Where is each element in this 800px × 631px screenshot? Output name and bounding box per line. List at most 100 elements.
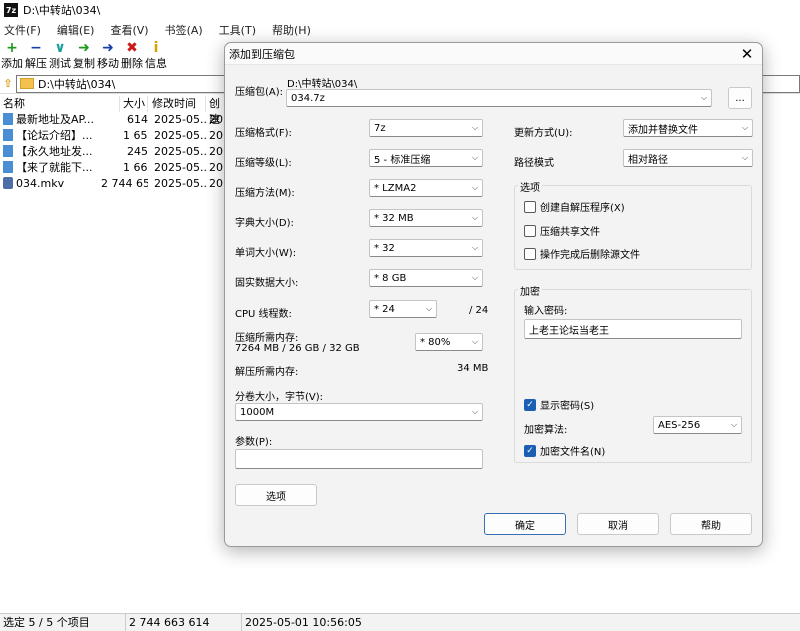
method-label: 压缩方法(M): [235, 188, 295, 199]
check-icon: ✓ [524, 444, 536, 457]
test-icon: ∨ [54, 40, 66, 56]
chevron-down-icon: ⌵ [730, 420, 738, 429]
menu-view[interactable]: 查看(V) [110, 22, 148, 38]
show-password-checkbox[interactable]: ✓ 显示密码(S) [524, 397, 594, 412]
update-select[interactable]: 添加并替换文件 ⌵ [623, 119, 753, 137]
params-input[interactable] [235, 449, 483, 469]
dict-value: * 32 MB [374, 212, 414, 224]
file-modified: 2025-05... [154, 177, 206, 190]
chevron-down-icon: ⌵ [700, 93, 708, 102]
mem-select[interactable]: * 80% ⌵ [415, 333, 483, 351]
file-name: 【论坛介绍】... [16, 129, 93, 142]
chevron-down-icon: ⌵ [471, 213, 479, 222]
update-label: 更新方式(U): [514, 128, 573, 139]
add-to-archive-dialog: 添加到压缩包 ✕ 压缩包(A): D:\中转站\034\ 034.7z ⌵ ..… [224, 42, 763, 547]
move-button[interactable]: ➜ 移动 [96, 40, 120, 74]
file-created: 20 [209, 161, 223, 174]
delete-source-label: 操作完成后删除源文件 [540, 250, 640, 261]
level-label: 压缩等级(L): [235, 158, 292, 169]
status-datetime: 2025-05-01 10:56:05 [245, 615, 362, 629]
file-size: 1 664 [123, 161, 148, 174]
cpu-select[interactable]: * 24 ⌵ [369, 300, 437, 318]
status-selected: 选定 5 / 5 个项目 [0, 613, 126, 631]
split-select[interactable]: 1000M ⌵ [235, 403, 483, 421]
method-select[interactable]: * LZMA2 ⌵ [369, 179, 483, 197]
password-input[interactable]: 上老王论坛当老王 [524, 319, 742, 339]
ok-button[interactable]: 确定 [484, 513, 566, 535]
extract-label: 解压 [25, 57, 47, 70]
file-name-cell: 034.mkv [0, 176, 98, 192]
col-size[interactable]: 大小 [120, 96, 148, 112]
split-value: 1000M [240, 406, 275, 418]
cancel-button[interactable]: 取消 [577, 513, 659, 535]
level-select[interactable]: 5 - 标准压缩 ⌵ [369, 149, 483, 167]
status-total-size: 2 744 663 614 [126, 613, 242, 631]
word-select[interactable]: * 32 ⌵ [369, 239, 483, 257]
up-folder-icon[interactable]: ⇧ [0, 75, 16, 93]
checkbox-box [524, 200, 536, 213]
move-label: 移动 [97, 57, 119, 70]
archive-dir: D:\中转站\034\ [287, 79, 358, 90]
shared-checkbox[interactable]: 压缩共享文件 [524, 223, 600, 238]
file-size: 614 [127, 113, 148, 126]
help-button[interactable]: 帮助 [670, 513, 752, 535]
delete-source-checkbox[interactable]: 操作完成后删除源文件 [524, 246, 640, 261]
document-icon [3, 161, 13, 173]
copy-icon: ➜ [78, 40, 90, 56]
solid-select[interactable]: * 8 GB ⌵ [369, 269, 483, 287]
test-button[interactable]: ∨ 测试 [48, 40, 72, 74]
document-icon [3, 129, 13, 141]
browse-button[interactable]: ... [728, 87, 752, 109]
file-name: 【来了就能下... [16, 161, 93, 174]
mem-detail: 7264 MB / 26 GB / 32 GB [235, 343, 360, 354]
dict-select[interactable]: * 32 MB ⌵ [369, 209, 483, 227]
dialog-title: 添加到压缩包 [229, 47, 295, 61]
sfx-checkbox[interactable]: 创建自解压程序(X) [524, 199, 625, 214]
file-name: 【永久地址发... [16, 145, 93, 158]
delete-icon: ✖ [126, 40, 138, 56]
info-button[interactable]: i 信息 [144, 40, 168, 74]
menu-bookmarks[interactable]: 书签(A) [165, 22, 203, 38]
unmem-label: 解压所需内存: [235, 367, 299, 378]
add-button[interactable]: + 添加 [0, 40, 24, 74]
path-mode-select[interactable]: 相对路径 ⌵ [623, 149, 753, 167]
enc-method-value: AES-256 [658, 419, 701, 431]
encrypt-names-label: 加密文件名(N) [540, 447, 606, 458]
delete-button[interactable]: ✖ 删除 [120, 40, 144, 74]
word-value: * 32 [374, 242, 395, 254]
file-size: 1 653 [123, 129, 148, 142]
format-select[interactable]: 7z ⌵ [369, 119, 483, 137]
chevron-down-icon: ⌵ [471, 407, 479, 416]
copy-button[interactable]: ➜ 复制 [72, 40, 96, 74]
menu-tools[interactable]: 工具(T) [219, 22, 256, 38]
file-size: 245 [127, 145, 148, 158]
checkbox-box [524, 247, 536, 260]
path-text: D:\中转站\034\ [38, 77, 116, 91]
menu-help[interactable]: 帮助(H) [272, 22, 311, 38]
file-name-cell: 【论坛介绍】... [0, 128, 120, 144]
chevron-down-icon: ⌵ [471, 153, 479, 162]
sfx-label: 创建自解压程序(X) [540, 203, 625, 214]
folder-icon [20, 78, 34, 89]
enc-method-select[interactable]: AES-256 ⌵ [653, 416, 742, 434]
file-created: 20 [209, 113, 223, 126]
menu-edit[interactable]: 编辑(E) [57, 22, 95, 38]
path-mode-label: 路径模式 [514, 158, 554, 169]
file-modified: 2025-05... [154, 161, 206, 174]
close-icon[interactable]: ✕ [732, 45, 762, 63]
split-label: 分卷大小，字节(V): [235, 392, 324, 403]
password-label: 输入密码: [524, 306, 568, 317]
document-icon [3, 113, 13, 125]
add-icon: + [6, 40, 18, 56]
menu-file[interactable]: 文件(F) [4, 22, 41, 38]
col-modified[interactable]: 修改时间 [148, 96, 206, 112]
encrypt-names-checkbox[interactable]: ✓ 加密文件名(N) [524, 443, 605, 458]
file-created: 20 [209, 177, 223, 190]
extract-button[interactable]: − 解压 [24, 40, 48, 74]
archive-name-input[interactable]: 034.7z ⌵ [286, 89, 712, 107]
col-name[interactable]: 名称 [0, 96, 120, 112]
word-label: 单词大小(W): [235, 248, 297, 259]
options-button[interactable]: 选项 [235, 484, 317, 506]
col-created[interactable]: 创建 [206, 96, 226, 126]
solid-value: * 8 GB [374, 272, 407, 284]
